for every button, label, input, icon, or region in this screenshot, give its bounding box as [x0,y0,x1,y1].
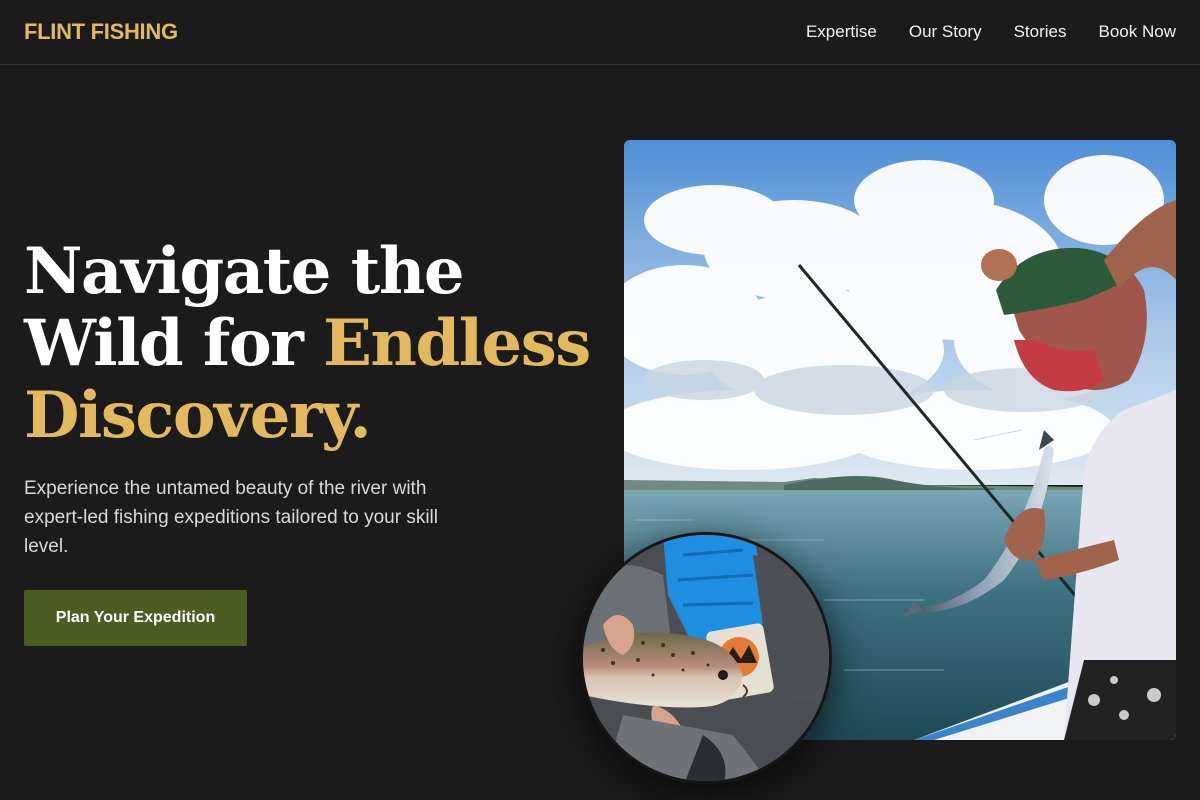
hero-title: Navigate the Wild for Endless Discovery. [24,236,614,452]
nav-link-stories[interactable]: Stories [1014,22,1067,42]
plan-expedition-button[interactable]: Plan Your Expedition [24,590,247,646]
nav-link-book-now[interactable]: Book Now [1099,22,1176,42]
hero-title-accent-discovery: Discovery. [24,378,372,453]
hero-title-line2: Wild for [24,306,324,381]
hero-subtitle: Experience the untamed beauty of the riv… [24,478,438,557]
nav-link-our-story[interactable]: Our Story [909,22,982,42]
hero-title-accent-endless: Endless [323,306,591,381]
brand-logo[interactable]: FLINT FISHING [24,19,178,45]
nav-links: Expertise Our Story Stories Book Now [806,22,1176,42]
nav-link-expertise[interactable]: Expertise [806,22,877,42]
rainbow-trout-in-hands-photo [580,532,832,784]
navbar: FLINT FISHING Expertise Our Story Storie… [0,0,1200,65]
hero-title-line1: Navigate the [24,234,465,309]
